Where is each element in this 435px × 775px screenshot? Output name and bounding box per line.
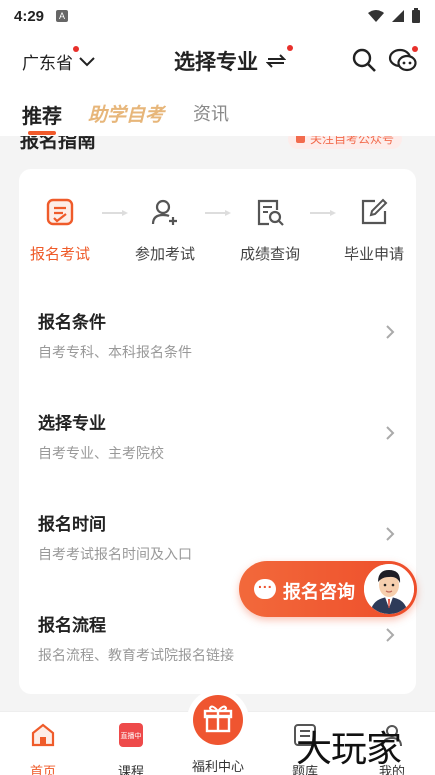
signal-icon [392, 10, 404, 22]
list-item-subtitle: 自考专业、主考院校 [38, 445, 164, 461]
step-arrow-icon [205, 210, 231, 216]
doc-search-icon [257, 199, 284, 226]
edit-icon [361, 198, 388, 225]
wechat-button[interactable] [388, 46, 418, 74]
chevron-right-icon [386, 628, 395, 642]
province-red-dot [73, 46, 79, 52]
gift-icon [203, 705, 233, 733]
nav-courses[interactable]: 直播中 课程 [91, 712, 171, 775]
major-selector[interactable]: 选择专业 [174, 45, 293, 76]
tab-assisted-study-label: 助学自考 [88, 105, 165, 126]
guide-header: 报名指南 关注自考公众号 [0, 136, 435, 156]
guide-title: 报名指南 [20, 136, 97, 152]
step-label: 参加考试 [134, 246, 195, 263]
province-label: 广东省 [22, 54, 73, 73]
wechat-red-dot [412, 46, 418, 52]
switch-arrows-icon [266, 54, 286, 68]
active-tab-indicator [28, 131, 56, 135]
battery-icon [412, 8, 420, 23]
consult-label: 报名咨询 [283, 582, 355, 602]
tab-news[interactable]: 资讯 [193, 100, 229, 126]
form-check-icon [46, 198, 74, 226]
nav-home[interactable]: 首页 [3, 712, 83, 775]
title-red-dot [287, 45, 293, 51]
list-item-subtitle: 自考专科、本科报名条件 [38, 344, 192, 360]
province-selector[interactable]: 广东省 [22, 46, 95, 74]
search-button[interactable] [351, 47, 377, 73]
step-take-exam[interactable]: 参加考试 [125, 193, 205, 264]
process-steps: 报名考试 参加考试 成绩查询 毕业申请 [19, 193, 416, 273]
list-item-title: 报名流程 [38, 616, 106, 635]
tab-news-label: 资讯 [193, 104, 229, 124]
top-bar: 广东省 选择专业 [0, 32, 435, 90]
chevron-down-icon [79, 56, 95, 66]
list-item-subtitle: 自考考试报名时间及入口 [38, 546, 192, 562]
tab-assisted-study[interactable]: 助学自考 [88, 100, 164, 127]
nav-label: 首页 [29, 764, 56, 775]
list-item-title: 报名条件 [38, 313, 106, 332]
step-arrow-icon [310, 210, 336, 216]
chevron-right-icon [386, 426, 395, 440]
step-register-exam[interactable]: 报名考试 [20, 193, 100, 264]
chevron-right-icon [386, 325, 395, 339]
wifi-icon [368, 10, 384, 22]
list-item-conditions[interactable]: 报名条件 自考专科、本科报名条件 [19, 290, 416, 386]
tab-recommend[interactable]: 推荐 [22, 100, 62, 135]
welfare-center-button[interactable] [193, 695, 243, 745]
consult-floating-button[interactable]: 报名咨询 [239, 561, 417, 617]
agent-avatar [364, 564, 414, 614]
nav-label: 福利中心 [191, 759, 244, 774]
live-badge: 直播中 [121, 731, 142, 740]
search-icon [352, 48, 376, 72]
list-item-subtitle: 报名流程、教育考试院报名链接 [38, 647, 234, 663]
user-add-icon [151, 199, 177, 225]
chat-bubble-icon [254, 575, 276, 599]
list-item-title: 报名时间 [38, 515, 106, 534]
page-title: 选择专业 [174, 51, 258, 74]
list-item-select-major[interactable]: 选择专业 自考专业、主考院校 [19, 391, 416, 487]
step-label: 成绩查询 [239, 246, 300, 263]
follow-account-button[interactable]: 关注自考公众号 [288, 136, 403, 149]
step-label: 报名考试 [29, 246, 90, 263]
status-bar: 4:29 A [0, 0, 435, 32]
tab-recommend-label: 推荐 [22, 106, 62, 128]
notification-badge: A [56, 10, 69, 22]
status-time: 4:29 [14, 7, 45, 25]
watermark-logo: 大玩家 [296, 729, 402, 770]
content-tabs: 推荐 助学自考 资讯 [0, 90, 435, 136]
step-graduation[interactable]: 毕业申请 [334, 193, 414, 264]
nav-label: 课程 [117, 764, 144, 775]
home-icon [31, 723, 55, 747]
step-label: 毕业申请 [343, 246, 404, 263]
status-icons [367, 8, 421, 24]
live-course-icon: 直播中 [119, 723, 143, 747]
step-score-query[interactable]: 成绩查询 [230, 193, 310, 264]
list-item-title: 选择专业 [38, 414, 106, 433]
chevron-right-icon [386, 527, 395, 541]
